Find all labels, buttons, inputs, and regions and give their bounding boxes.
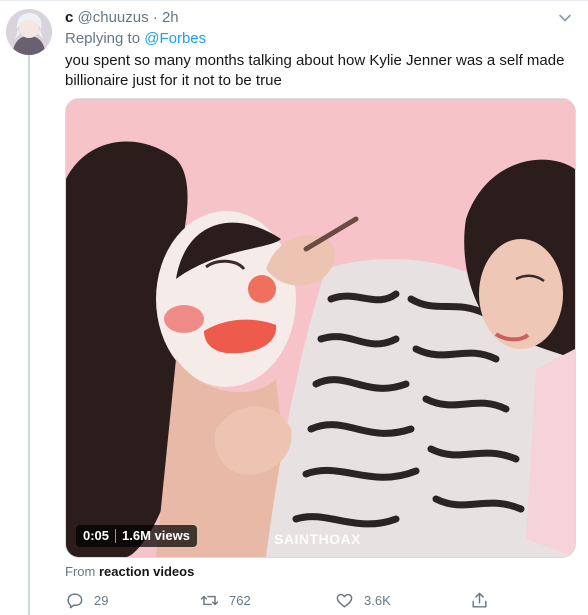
retweet-icon (200, 595, 219, 605)
avatar[interactable] (6, 9, 52, 55)
display-name[interactable]: c (65, 9, 73, 26)
tweet-actions: 29 762 3.6K (65, 589, 585, 611)
retweet-button[interactable]: 762 (200, 589, 251, 611)
video-frame (66, 99, 575, 557)
tweet-text: you spent so many months talking about h… (65, 52, 565, 89)
retweet-count: 762 (229, 592, 251, 608)
top-divider (0, 0, 588, 1)
video-time: 0:05 (83, 528, 110, 543)
tweet-header: c @chuuzus · 2h (65, 9, 179, 27)
avatar-image (6, 9, 52, 55)
video-time-views: 0:05 1.6M views (76, 525, 197, 547)
thread-connector-line (28, 52, 30, 615)
video-views: 1.6M views (122, 528, 190, 543)
share-button[interactable] (470, 589, 499, 611)
user-handle[interactable]: @chuuzus (78, 9, 149, 26)
replying-to-line: Replying to @Forbes (65, 30, 206, 48)
chevron-down-icon[interactable] (558, 11, 572, 25)
source-link[interactable]: reaction videos (99, 564, 194, 579)
tweet-timestamp[interactable]: · 2h (153, 9, 179, 26)
like-count: 3.6K (364, 592, 391, 608)
video-player[interactable]: 0:05 1.6M views SAINTHOAX (65, 98, 576, 558)
like-icon (336, 593, 353, 608)
pill-separator (115, 529, 117, 543)
share-icon (472, 592, 487, 608)
replying-to-prefix: Replying to (65, 30, 141, 47)
reply-button[interactable]: 29 (65, 589, 108, 611)
like-button[interactable]: 3.6K (335, 589, 391, 611)
reply-count: 29 (94, 592, 109, 608)
video-source: From reaction videos (65, 564, 194, 580)
replying-to-mention[interactable]: @Forbes (144, 30, 206, 47)
reply-icon (67, 592, 83, 608)
source-prefix: From (65, 564, 96, 579)
video-watermark: SAINTHOAX (274, 531, 361, 547)
